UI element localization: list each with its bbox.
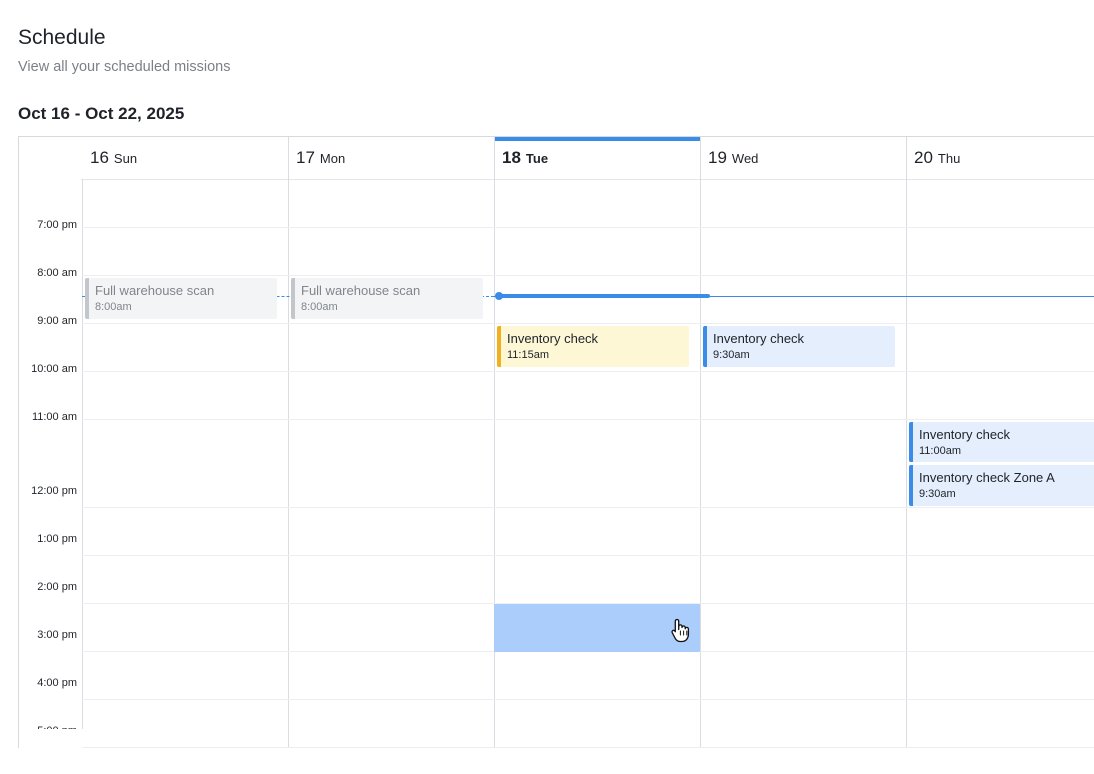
- time-label: 11:00 am: [31, 411, 77, 423]
- event-time: 8:00am: [301, 301, 338, 313]
- time-column-divider: [82, 179, 83, 729]
- day-of-week: Tue: [525, 151, 549, 166]
- event-title: Inventory check Zone A: [919, 470, 1055, 485]
- day-header-tue[interactable]: 18 Tue: [494, 137, 700, 179]
- calendar-header: 16 Sun 17 Mon 18 Tue 19 Wed 20 Thu: [19, 137, 1094, 180]
- day-header-label: 17 Mon: [296, 148, 345, 168]
- hour-gridline: [82, 747, 1094, 748]
- event-card[interactable]: Inventory check Zone A 9:30am: [909, 465, 1094, 506]
- event-time: 9:30am: [919, 488, 956, 500]
- hand-pointer-icon: [670, 617, 692, 643]
- page-subtitle: View all your scheduled missions: [18, 59, 231, 75]
- event-title: Full warehouse scan: [301, 283, 421, 298]
- day-header-mon[interactable]: 17 Mon: [288, 137, 494, 179]
- event-time: 9:30am: [713, 349, 750, 361]
- day-column-divider: [906, 137, 907, 748]
- day-column-divider: [494, 137, 495, 748]
- today-indicator-bar: [494, 137, 700, 141]
- hour-gridline: [82, 507, 1094, 508]
- day-number: 17: [296, 148, 315, 167]
- event-card[interactable]: Inventory check 11:15am: [497, 326, 689, 367]
- time-label: 10:00 am: [31, 363, 77, 375]
- event-title: Full warehouse scan: [95, 283, 215, 298]
- header-mask: [19, 137, 81, 179]
- day-header-thu[interactable]: 20 Thu: [906, 137, 1094, 179]
- event-time: 11:15am: [507, 349, 549, 361]
- hour-gridline: [82, 555, 1094, 556]
- day-number: 18: [502, 148, 521, 167]
- event-title: Inventory check: [919, 427, 1011, 442]
- time-label: 4:00 pm: [37, 677, 77, 689]
- day-header-label: 19 Wed: [708, 148, 758, 168]
- day-of-week: Wed: [731, 151, 759, 166]
- day-number: 16: [90, 148, 109, 167]
- event-card[interactable]: Full warehouse scan 8:00am: [291, 278, 483, 319]
- day-number: 20: [914, 148, 933, 167]
- calendar-grid: 16Sun17Mon18Tue19Wed20Thu 6:00 am7:00 pm…: [18, 136, 1094, 748]
- event-title: Inventory check: [507, 331, 599, 346]
- time-label-bottom-mask: [19, 729, 81, 748]
- time-label: 8:00 am: [37, 267, 77, 279]
- time-label: 2:00 pm: [37, 581, 77, 593]
- event-time: 11:00am: [919, 445, 961, 457]
- event-card[interactable]: Full warehouse scan 8:00am: [85, 278, 277, 319]
- day-column-divider: [288, 137, 289, 748]
- day-of-week: Thu: [937, 151, 961, 166]
- hour-gridline: [82, 275, 1094, 276]
- day-header-wed[interactable]: 19 Wed: [700, 137, 906, 179]
- event-title: Inventory check: [713, 331, 805, 346]
- hour-gridline: [82, 371, 1094, 372]
- day-of-week: Sun: [113, 151, 138, 166]
- day-column-divider: [700, 137, 701, 748]
- hour-gridline: [82, 323, 1094, 324]
- day-header-label: 16 Sun: [90, 148, 137, 168]
- hour-gridline: [82, 227, 1094, 228]
- day-header-label: 20 Thu: [914, 148, 960, 168]
- page-title: Schedule: [18, 26, 106, 49]
- event-card[interactable]: Inventory check 11:00am: [909, 422, 1094, 462]
- event-card[interactable]: Inventory check 9:30am: [703, 326, 895, 367]
- day-number: 19: [708, 148, 727, 167]
- time-label: 12:00 pm: [31, 485, 77, 497]
- time-label: 3:00 pm: [37, 629, 77, 641]
- current-time-today-bar: [498, 294, 710, 298]
- time-label: 7:00 pm: [37, 219, 77, 231]
- hour-gridline: [82, 419, 1094, 420]
- time-label: 1:00 pm: [37, 533, 77, 545]
- day-of-week: Mon: [319, 151, 346, 166]
- day-header-label: 18 Tue: [502, 148, 548, 168]
- hour-gridline: [82, 699, 1094, 700]
- date-range-label: Oct 16 - Oct 22, 2025: [18, 104, 185, 123]
- day-header-sun[interactable]: 16 Sun: [82, 137, 288, 179]
- time-label-mask: [19, 179, 81, 183]
- time-label: 9:00 am: [37, 315, 77, 327]
- current-time-dot: [495, 292, 503, 300]
- event-time: 8:00am: [95, 301, 132, 313]
